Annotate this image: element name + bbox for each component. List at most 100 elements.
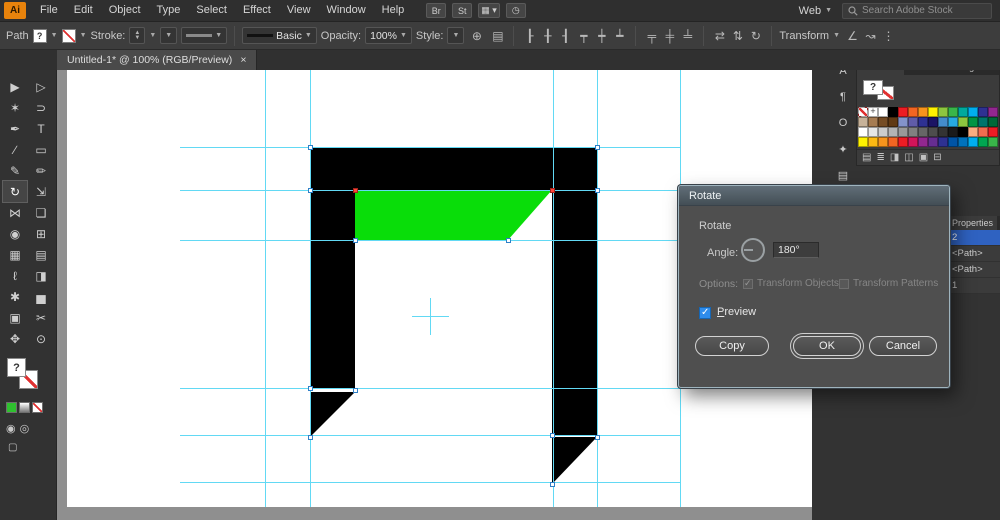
swatch[interactable]	[968, 127, 978, 137]
swap-icon[interactable]: ⇄	[711, 27, 728, 44]
rotate-tool[interactable]: ↻	[2, 180, 28, 203]
left-triangle-shape[interactable]	[310, 392, 355, 437]
anchor-point[interactable]	[595, 435, 600, 440]
rotation-reference-crosshair[interactable]	[412, 298, 449, 335]
width-tool[interactable]: ⋈	[3, 202, 27, 223]
distribute-v-center-icon[interactable]: ╪	[661, 27, 678, 44]
menu-item[interactable]: Edit	[66, 0, 101, 21]
swatch[interactable]	[928, 107, 938, 117]
anchor-point[interactable]	[308, 386, 313, 391]
brush-definition-dropdown[interactable]: Basic ▼	[242, 27, 317, 44]
stroke-weight-dropdown-icon[interactable]: ▼	[149, 32, 156, 39]
workspace-switcher[interactable]: Web ▼	[799, 5, 832, 17]
color-button[interactable]	[6, 402, 17, 413]
slice-tool[interactable]: ✂	[29, 307, 53, 328]
angle-dial[interactable]	[741, 238, 765, 262]
pen-tool[interactable]: ✒	[3, 118, 27, 139]
type-tool[interactable]: T	[29, 118, 53, 139]
swatch[interactable]	[868, 106, 878, 117]
distribute-top-icon[interactable]: ╤	[643, 27, 660, 44]
left-bar-shape[interactable]	[310, 190, 355, 388]
brush-size-dropdown[interactable]: ▼	[160, 27, 178, 44]
swatch[interactable]	[958, 137, 968, 147]
swatch[interactable]	[988, 117, 998, 127]
new-color-group-icon[interactable]: ◫	[904, 152, 913, 163]
swatch[interactable]	[898, 137, 908, 147]
graphic-styles-panel-icon[interactable]: ▤	[833, 166, 853, 184]
swatch[interactable]	[988, 127, 998, 137]
swatch[interactable]	[928, 117, 938, 127]
stroke-dropdown-icon[interactable]: ▼	[80, 32, 87, 39]
swatch[interactable]	[888, 127, 898, 137]
bridge-icon[interactable]: Br	[426, 3, 447, 18]
swatch[interactable]	[948, 117, 958, 127]
flip-icon[interactable]: ⇅	[729, 27, 746, 44]
swatch[interactable]	[928, 127, 938, 137]
fill-swatch[interactable]: ?	[32, 28, 47, 43]
anchor-point[interactable]	[308, 145, 313, 150]
anchor-point[interactable]	[308, 188, 313, 193]
swatch[interactable]	[948, 107, 958, 117]
swatch[interactable]	[858, 137, 868, 147]
ok-button[interactable]: OK	[793, 336, 861, 356]
swatch[interactable]	[938, 127, 948, 137]
swatch[interactable]	[878, 107, 888, 117]
swatch[interactable]	[908, 127, 918, 137]
stroke-swatch[interactable]	[61, 28, 76, 43]
align-bottom-icon[interactable]: ┷	[611, 27, 628, 44]
anchor-point[interactable]	[550, 482, 555, 487]
anchor-point[interactable]	[308, 435, 313, 440]
fill-dropdown-icon[interactable]: ▼	[51, 32, 58, 39]
mesh-tool[interactable]: ▦	[3, 244, 27, 265]
swatch[interactable]	[938, 107, 948, 117]
opentype-panel-icon[interactable]: O	[833, 114, 853, 132]
copy-button[interactable]: Copy	[695, 336, 769, 356]
align-h-center-icon[interactable]: ╂	[539, 27, 556, 44]
menu-item[interactable]: Window	[319, 0, 374, 21]
swatch[interactable]	[918, 137, 928, 147]
menu-item[interactable]: Object	[101, 0, 149, 21]
style-dropdown[interactable]: ▼	[447, 27, 465, 44]
swatch[interactable]	[888, 117, 898, 127]
fill-indicator[interactable]: ?	[7, 358, 26, 377]
layer-row[interactable]: <Path>	[948, 246, 1000, 262]
swatch[interactable]	[978, 117, 988, 127]
swatch[interactable]	[938, 117, 948, 127]
anchor-point[interactable]	[353, 188, 358, 193]
new-swatch-icon[interactable]: ▣	[919, 152, 928, 163]
width-profile-dropdown[interactable]: ▼	[181, 27, 228, 44]
swatch[interactable]	[968, 137, 978, 147]
anchor-point[interactable]	[595, 145, 600, 150]
anchor-point[interactable]	[550, 188, 555, 193]
swatch-options-icon[interactable]: ◨	[890, 152, 899, 163]
swatch[interactable]	[888, 107, 898, 117]
warp-icon[interactable]: ↝	[862, 27, 879, 44]
delete-swatch-icon[interactable]: ⊟	[933, 152, 941, 163]
anchor-point[interactable]	[595, 188, 600, 193]
swatch[interactable]	[908, 117, 918, 127]
free-transform-tool[interactable]: ❏	[29, 202, 53, 223]
anchor-point[interactable]	[506, 238, 511, 243]
artboard-tool[interactable]: ▣	[3, 307, 27, 328]
swatch[interactable]	[898, 117, 908, 127]
shear-icon[interactable]: ∠	[844, 27, 861, 44]
align-right-icon[interactable]: ┨	[557, 27, 574, 44]
document-setup-icon[interactable]: ⊕	[468, 27, 485, 44]
swatch[interactable]	[878, 137, 888, 147]
swatch[interactable]	[878, 127, 888, 137]
rectangle-tool[interactable]: ▭	[29, 139, 53, 160]
anchor-point[interactable]	[353, 238, 358, 243]
swatch[interactable]	[918, 127, 928, 137]
line-segment-tool[interactable]: ∕	[3, 139, 27, 160]
cancel-button[interactable]: Cancel	[869, 336, 937, 356]
none-button[interactable]	[32, 402, 43, 413]
swatch[interactable]	[948, 137, 958, 147]
gradient-tool[interactable]: ▤	[29, 244, 53, 265]
swatch[interactable]	[988, 137, 998, 147]
align-left-icon[interactable]: ┠	[521, 27, 538, 44]
paintbrush-tool[interactable]: ✎	[3, 160, 27, 181]
align-top-icon[interactable]: ┯	[575, 27, 592, 44]
transform-dropdown-icon[interactable]: ▼	[833, 32, 840, 39]
swatch[interactable]	[908, 137, 918, 147]
swatch[interactable]	[918, 117, 928, 127]
